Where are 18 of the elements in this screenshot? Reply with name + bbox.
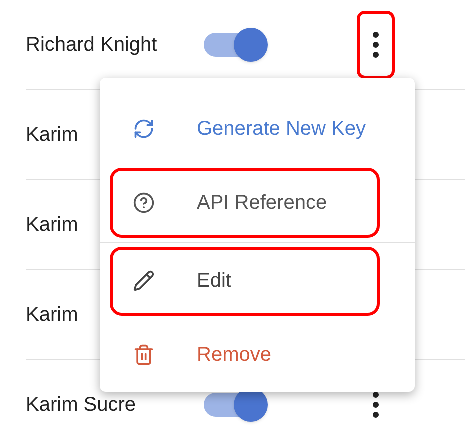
menu-label: Edit xyxy=(197,269,232,294)
menu-label: Remove xyxy=(197,343,272,368)
person-name: Karim xyxy=(26,302,78,328)
person-name: Karim Sucre xyxy=(26,393,136,418)
toggle-switch[interactable] xyxy=(202,28,268,62)
person-name: Richard Knight xyxy=(26,32,158,58)
person-name: Karim xyxy=(26,212,78,238)
menu-item[interactable]: Generate New Key xyxy=(110,94,405,164)
menu-item[interactable]: Remove xyxy=(110,320,405,390)
person-name: Karim xyxy=(26,122,78,148)
menu-item[interactable]: Edit xyxy=(110,246,380,316)
menu-label: Generate New Key xyxy=(197,116,366,142)
refresh-icon xyxy=(133,118,155,140)
trash-icon xyxy=(133,344,155,366)
menu-label: API Reference xyxy=(197,190,328,216)
help-icon xyxy=(133,192,155,214)
menu-item[interactable]: API Reference xyxy=(110,168,380,238)
pencil-icon xyxy=(133,270,155,292)
